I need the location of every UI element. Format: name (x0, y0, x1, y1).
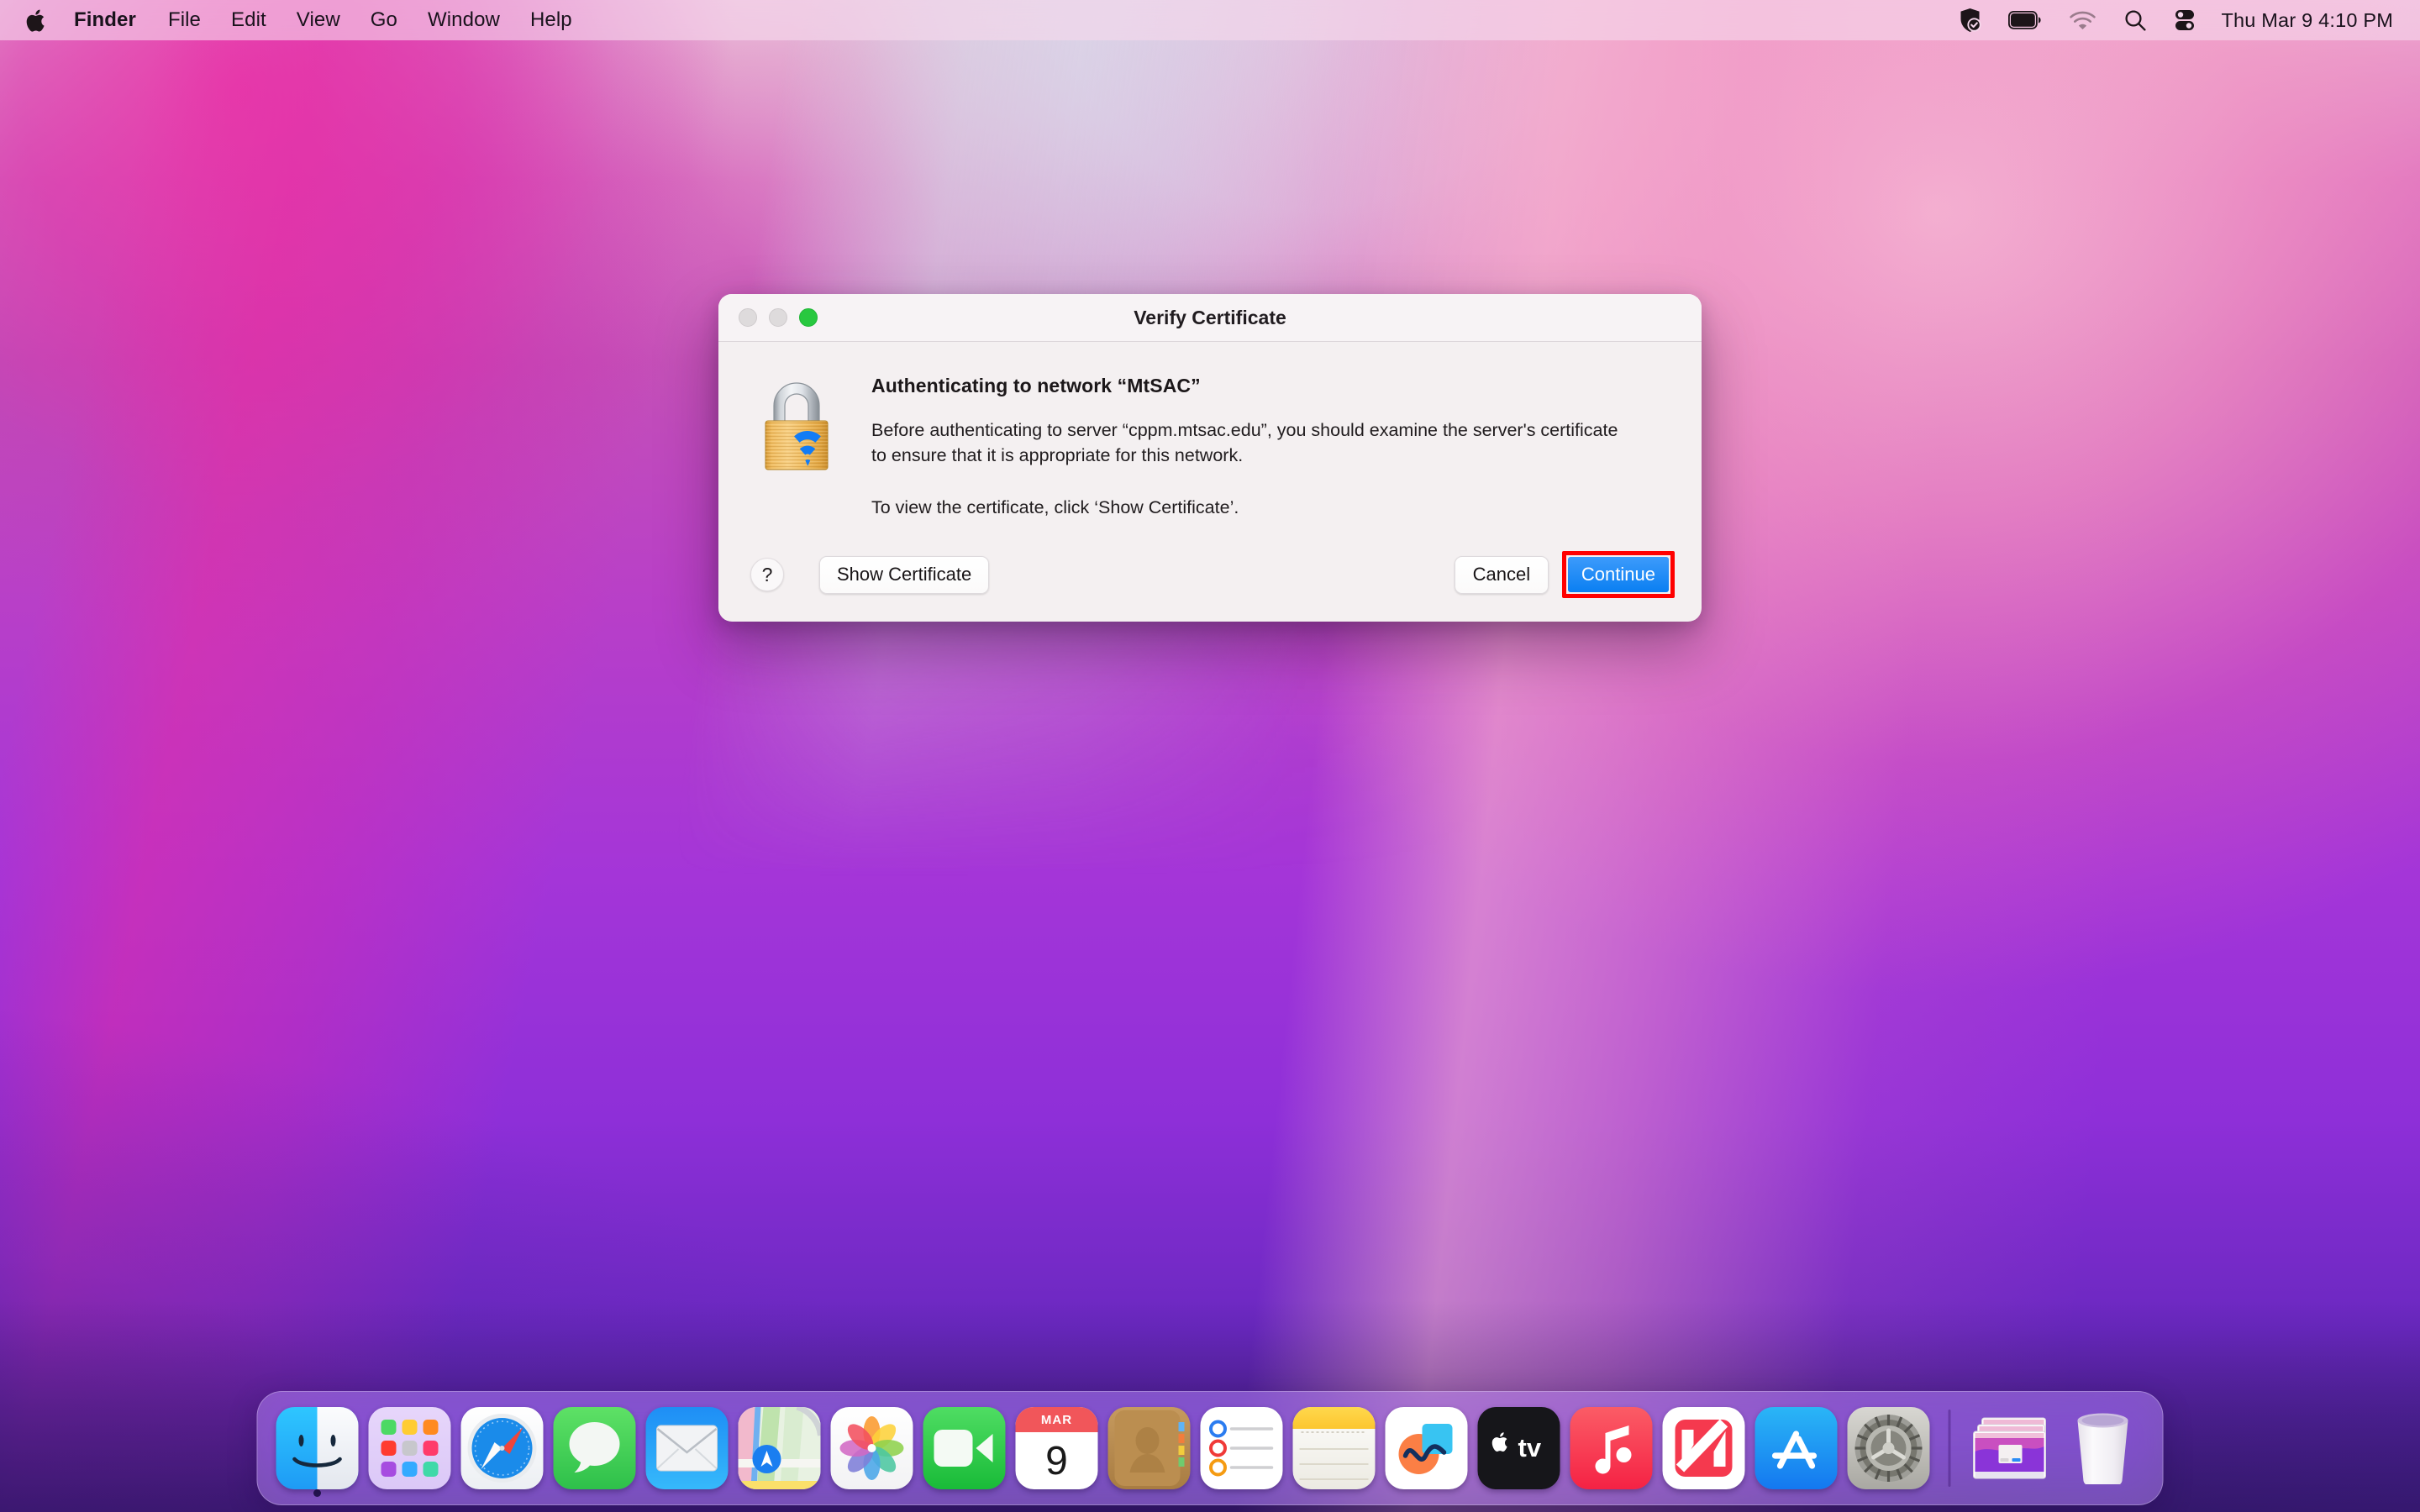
menu-item-edit[interactable]: Edit (216, 0, 281, 40)
help-button[interactable]: ? (750, 558, 784, 591)
dock-item-appstore[interactable] (1750, 1391, 1843, 1505)
menu-item-finder[interactable]: Finder (57, 0, 153, 40)
dialog-body: Authenticating to network “MtSAC” Before… (718, 342, 1702, 541)
dock-item-safari[interactable] (456, 1391, 549, 1505)
dock-item-tv[interactable]: tv (1473, 1391, 1565, 1505)
menu-item-file[interactable]: File (153, 0, 216, 40)
continue-button-highlight: Continue (1561, 551, 1675, 598)
shield-check-icon[interactable] (1945, 0, 1995, 40)
menu-item-window[interactable]: Window (413, 0, 515, 40)
dock-item-maps[interactable] (734, 1391, 826, 1505)
dock-item-music[interactable] (1565, 1391, 1658, 1505)
dock-item-contacts[interactable] (1103, 1391, 1196, 1505)
apple-logo-icon[interactable] (22, 0, 57, 40)
dock-item-mail[interactable] (641, 1391, 734, 1505)
dock-item-news[interactable] (1658, 1391, 1750, 1505)
menu-item-help[interactable]: Help (515, 0, 587, 40)
dialog-heading: Authenticating to network “MtSAC” (871, 375, 1201, 396)
dock: MAR 9 tv (256, 1391, 2164, 1505)
dock-separator (1948, 1410, 1951, 1487)
menu-bar: Finder File Edit View Go Window Help Thu… (0, 0, 2420, 40)
dock-item-messages[interactable] (549, 1391, 641, 1505)
dock-item-minimized-window[interactable] (1965, 1391, 2057, 1505)
dock-item-photos[interactable] (826, 1391, 918, 1505)
search-icon[interactable] (2110, 0, 2160, 40)
dialog-text-block: Authenticating to network “MtSAC” Before… (850, 372, 1619, 541)
menu-item-view[interactable]: View (281, 0, 355, 40)
dock-item-notes[interactable] (1288, 1391, 1381, 1505)
dock-item-trash[interactable] (2057, 1391, 2149, 1505)
desktop: Finder File Edit View Go Window Help Thu… (0, 0, 2420, 1512)
dialog-footer: ? Show Certificate Cancel Continue (718, 541, 1702, 622)
dock-item-reminders[interactable] (1196, 1391, 1288, 1505)
dock-item-system-settings[interactable] (1843, 1391, 1935, 1505)
dock-item-calendar[interactable]: MAR 9 (1011, 1391, 1103, 1505)
dialog-paragraph-2: To view the certificate, click ‘Show Cer… (871, 496, 1239, 517)
running-indicator (313, 1489, 321, 1497)
dock-item-launchpad[interactable] (364, 1391, 456, 1505)
menu-bar-clock[interactable]: Thu Mar 9 4:10 PM (2209, 0, 2398, 40)
wallpaper-bottom-shade (0, 0, 2420, 1512)
close-button (739, 308, 757, 327)
calendar-day: 9 (1045, 1438, 1068, 1483)
calendar-month: MAR (1015, 1407, 1098, 1432)
dialog-title: Verify Certificate (1134, 306, 1286, 328)
wifi-icon[interactable] (2055, 0, 2110, 40)
dialog-paragraph-1: Before authenticating to server “cppm.mt… (871, 420, 1618, 465)
cancel-button[interactable]: Cancel (1454, 555, 1549, 594)
menu-item-go[interactable]: Go (355, 0, 413, 40)
battery-icon[interactable] (1995, 0, 2055, 40)
svg-text:tv: tv (1518, 1433, 1542, 1462)
minimize-button (769, 308, 787, 327)
menu-bar-left: Finder File Edit View Go Window Help (0, 0, 587, 40)
dock-item-freeform[interactable] (1381, 1391, 1473, 1505)
continue-button[interactable]: Continue (1567, 557, 1669, 592)
dock-item-finder[interactable] (271, 1391, 364, 1505)
dialog-title-bar[interactable]: Verify Certificate (718, 294, 1702, 342)
wifi-lock-icon (750, 372, 850, 541)
control-center-icon[interactable] (2160, 0, 2209, 40)
dialog-primary-actions: Cancel Continue (1454, 551, 1675, 598)
dock-item-facetime[interactable] (918, 1391, 1011, 1505)
show-certificate-button[interactable]: Show Certificate (819, 555, 990, 594)
verify-certificate-dialog: Verify Certificate Authenticating to net… (718, 294, 1702, 622)
traffic-lights (718, 308, 818, 327)
zoom-button[interactable] (799, 308, 818, 327)
menu-bar-status-area: Thu Mar 9 4:10 PM (1945, 0, 2420, 40)
